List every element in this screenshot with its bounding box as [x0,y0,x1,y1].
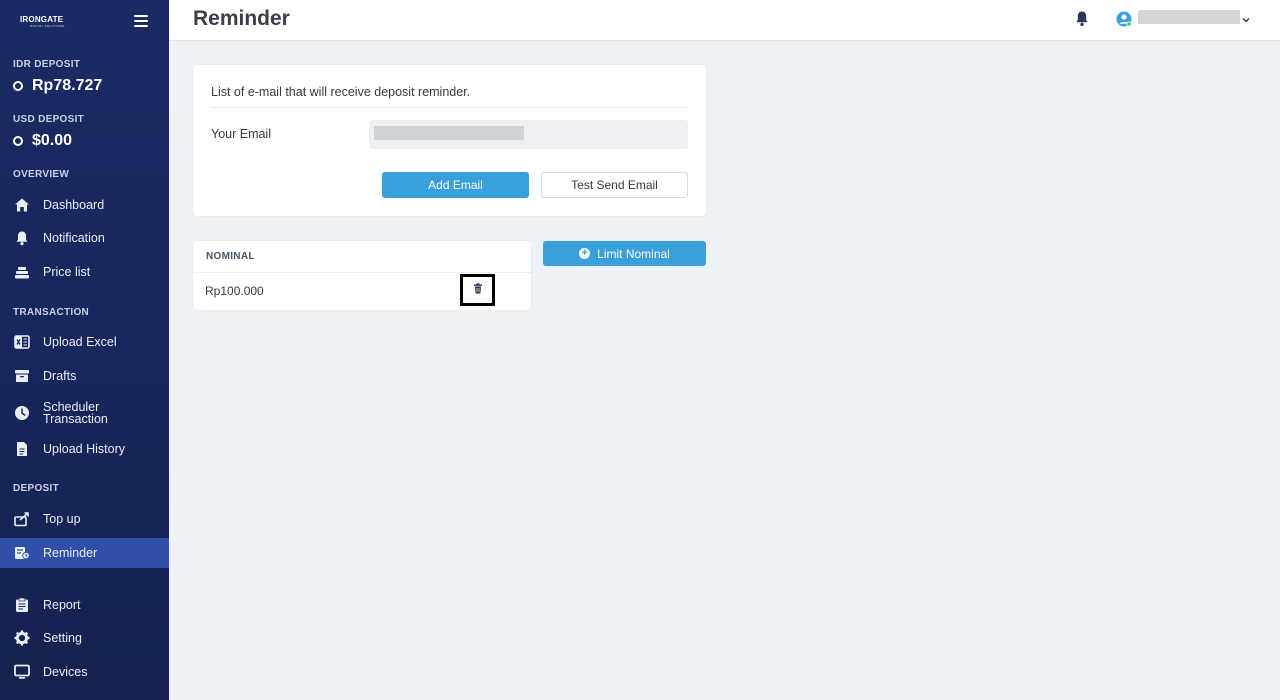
sidebar-header: IRONGATE DIGITAL SOLUTIONS [0,0,169,42]
usd-deposit-label: USD DEPOSIT [13,114,85,125]
section-transaction: TRANSACTION [13,307,90,318]
top-header: Reminder [169,0,1280,41]
monitor-icon [14,664,30,680]
usd-deposit-value: $0.00 [13,132,72,150]
email-list-description: List of e-mail that will receive deposit… [211,85,471,99]
logo-subtext: DIGITAL SOLUTIONS [30,24,65,28]
sidebar-item-upload-excel[interactable]: Upload Excel [0,327,169,357]
chevron-down-icon[interactable] [1241,12,1251,23]
sidebar-item-label: Dashboard [43,198,105,212]
nominal-table: NOMINAL Rp100.000 [193,241,531,310]
wallet-icon [14,511,30,527]
sidebar-item-drafts[interactable]: Drafts [0,361,169,391]
table-row-nominal-value: Rp100.000 [205,284,264,298]
table-header-divider [193,272,531,273]
reminder-icon [14,545,30,561]
limit-nominal-label: Limit Nominal [597,246,670,261]
page-title: Reminder [193,7,290,30]
bell-icon [14,230,30,246]
section-deposit: DEPOSIT [13,483,59,494]
trash-icon [473,281,483,299]
section-overview: OVERVIEW [13,169,70,180]
usd-deposit-amount: $0.00 [32,132,73,149]
limit-nominal-button[interactable]: + Limit Nominal [543,241,706,266]
clipboard-icon [14,597,30,613]
table-header-nominal: NOMINAL [206,251,255,262]
notification-bell-icon[interactable] [1074,10,1090,27]
sidebar-item-top-up[interactable]: Top up [0,504,169,534]
card-divider [211,107,688,108]
sidebar-item-notification[interactable]: Notification [0,223,169,253]
sidebar-item-label: Reminder [43,546,98,560]
sidebar-item-label: Setting [43,631,82,645]
sidebar-item-devices[interactable]: Devices [0,657,169,687]
email-field-label: Your Email [211,127,271,141]
gear-icon [14,630,30,646]
sidebar-item-label-line2: Transaction [43,412,108,426]
idr-deposit-dot-icon [13,81,23,91]
plus-circle-icon: + [579,248,591,259]
hamburger-menu-icon[interactable] [134,15,148,27]
add-email-button[interactable]: Add Email [382,172,529,198]
sidebar-item-label: Drafts [43,369,77,383]
sidebar-item-label: Upload Excel [43,335,117,349]
sidebar-item-scheduler-transaction[interactable]: Scheduler Transaction [0,396,169,430]
delete-nominal-button[interactable] [460,274,495,306]
sidebar-item-upload-history[interactable]: Upload History [0,434,169,464]
sidebar-item-label: Price list [43,265,91,279]
sidebar-item-dashboard[interactable]: Dashboard [0,190,169,220]
excel-icon [14,334,30,350]
sidebar-item-label: Report [43,598,81,612]
user-name-redacted[interactable] [1138,10,1240,24]
email-input[interactable] [369,120,688,149]
sidebar-item-price-list[interactable]: Price list [0,257,169,287]
sidebar-item-label: Top up [43,512,81,526]
sidebar-item-reminder[interactable]: Reminder [0,538,169,568]
email-reminder-card: List of e-mail that will receive deposit… [193,65,706,216]
sidebar-item-report[interactable]: Report [0,590,169,620]
usd-deposit-dot-icon [13,136,23,146]
sidebar-item-label: Upload History [43,442,125,456]
sidebar-item-label: Devices [43,665,88,679]
user-avatar-icon[interactable] [1116,11,1132,27]
idr-deposit-amount: Rp78.727 [32,77,103,94]
test-send-email-button[interactable]: Test Send Email [541,172,688,198]
email-value-redacted [374,126,524,140]
stack-icon [14,264,30,280]
home-icon [14,197,30,213]
logo[interactable]: IRONGATE DIGITAL SOLUTIONS [20,15,65,28]
file-icon [14,441,30,457]
idr-deposit-value: Rp78.727 [13,77,102,95]
sidebar-item-setting[interactable]: Setting [0,623,169,653]
archive-icon [14,368,30,384]
logo-text: IRONGATE [20,15,64,24]
sidebar: IRONGATE DIGITAL SOLUTIONS IDR DEPOSIT R… [0,0,169,700]
sidebar-item-label: Notification [43,231,105,245]
idr-deposit-label: IDR DEPOSIT [13,59,81,70]
clock-icon [14,405,30,421]
sidebar-item-label-group: Scheduler Transaction [43,401,108,426]
